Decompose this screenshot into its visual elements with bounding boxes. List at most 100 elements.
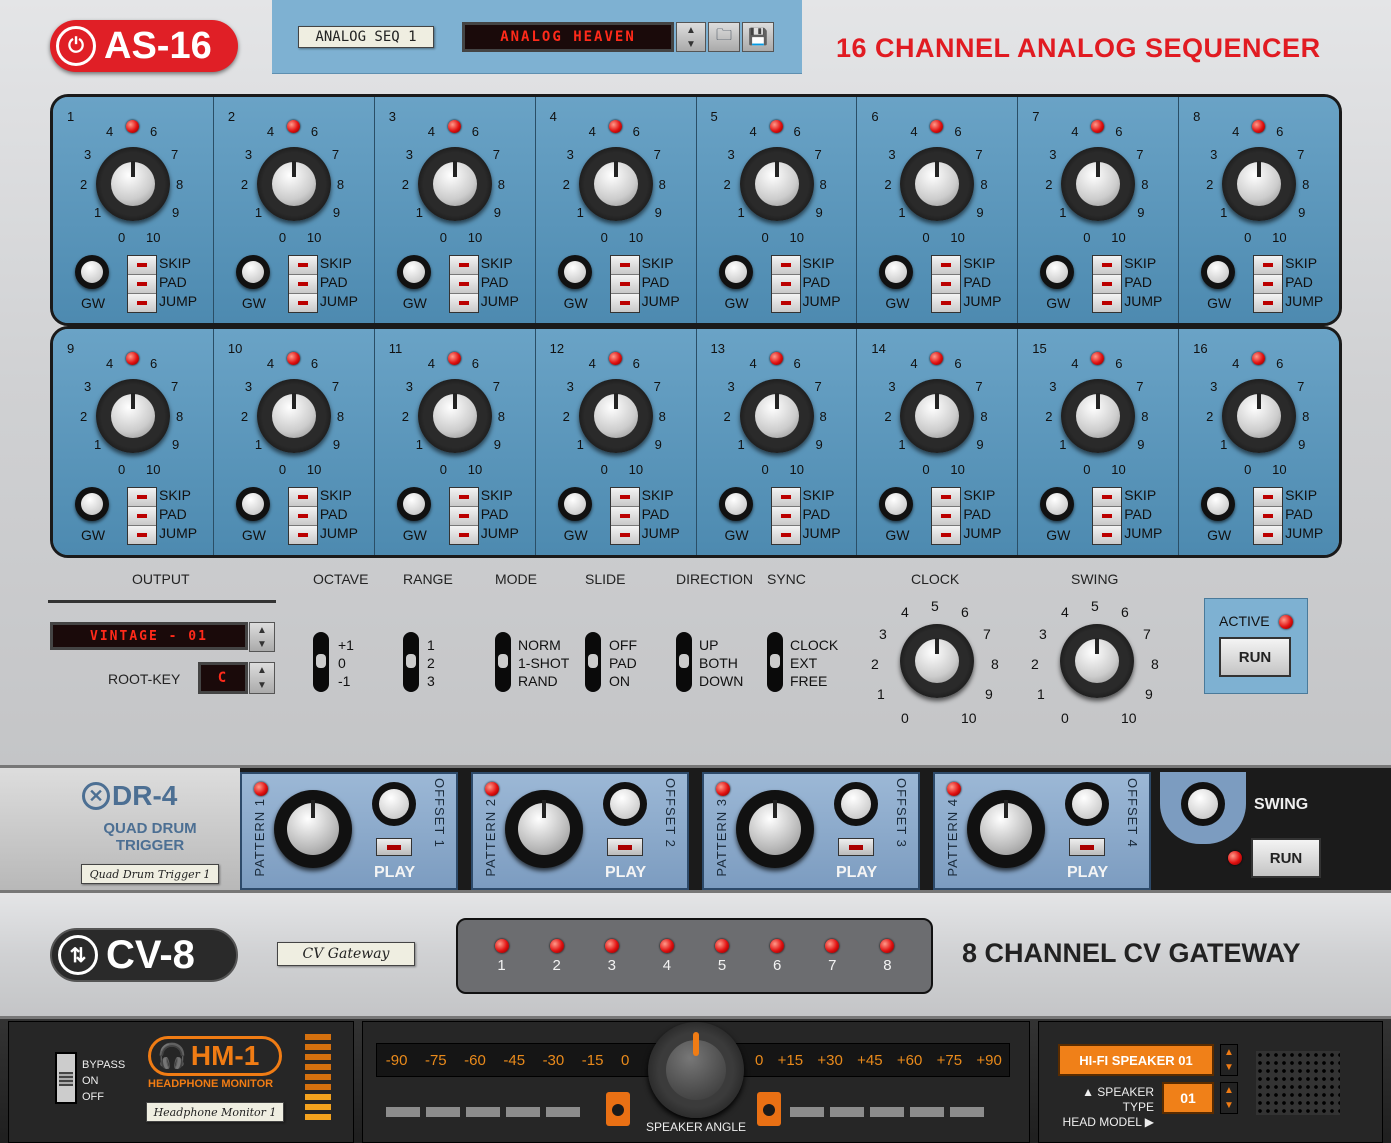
step-switch-button[interactable]	[128, 488, 156, 507]
step-pitch-knob[interactable]	[739, 379, 814, 453]
clock-knob[interactable]	[900, 624, 974, 698]
step-switch-button[interactable]	[288, 275, 317, 294]
step-pitch-knob[interactable]	[1061, 379, 1136, 453]
speaker-angle-knob[interactable]	[648, 1022, 744, 1118]
bypass-switch[interactable]	[55, 1052, 77, 1104]
step-pitch-knob[interactable]	[1222, 379, 1297, 453]
root-key-display[interactable]: C	[198, 662, 248, 694]
gate-width-knob[interactable]	[557, 487, 592, 521]
step-switch-button[interactable]	[610, 256, 639, 275]
step-switch-button[interactable]	[771, 526, 800, 544]
down-arrow-icon[interactable]: ▼	[1224, 1062, 1234, 1073]
step-pitch-knob[interactable]	[256, 147, 331, 221]
dr4-run-button[interactable]: RUN	[1251, 838, 1321, 878]
dr4-swing-knob[interactable]	[1181, 782, 1225, 826]
step-switch-button[interactable]	[449, 294, 478, 312]
step-pitch-knob[interactable]	[739, 147, 814, 221]
step-switch-button[interactable]	[932, 275, 961, 294]
step-switch-button[interactable]	[1093, 294, 1122, 312]
step-switch-button[interactable]	[128, 256, 156, 275]
up-arrow-icon[interactable]: ▲	[257, 625, 267, 636]
step-switch-button[interactable]	[771, 294, 800, 312]
down-arrow-icon[interactable]: ▼	[1224, 1100, 1234, 1111]
range-switch[interactable]	[403, 632, 419, 692]
speaker-type-spinner[interactable]: ▲ ▼	[1220, 1044, 1238, 1076]
gate-width-knob[interactable]	[718, 255, 753, 289]
direction-switch[interactable]	[676, 632, 692, 692]
step-switch-button[interactable]	[932, 488, 961, 507]
octave-switch[interactable]	[313, 632, 329, 692]
down-arrow-icon[interactable]: ▼	[257, 680, 267, 691]
mode-switch[interactable]	[495, 632, 511, 692]
cv8-device-name[interactable]: CV Gateway	[277, 942, 415, 966]
gate-width-knob[interactable]	[396, 487, 431, 521]
step-switch-button[interactable]	[1093, 488, 1122, 507]
step-pitch-knob[interactable]	[578, 147, 653, 221]
step-switch-button[interactable]	[1254, 275, 1283, 294]
gate-width-knob[interactable]	[235, 255, 270, 289]
gate-width-knob[interactable]	[235, 487, 270, 521]
head-model-spinner[interactable]: ▲ ▼	[1220, 1082, 1238, 1114]
step-switch-button[interactable]	[1093, 275, 1122, 294]
step-switch-button[interactable]	[128, 275, 156, 294]
step-switch-button[interactable]	[288, 256, 317, 275]
up-arrow-icon[interactable]: ▲	[257, 665, 267, 676]
gate-width-knob[interactable]	[75, 487, 109, 521]
step-switch-button[interactable]	[128, 294, 156, 312]
gate-width-knob[interactable]	[396, 255, 431, 289]
offset-knob[interactable]	[834, 782, 878, 826]
step-switch-button[interactable]	[771, 488, 800, 507]
step-pitch-knob[interactable]	[1222, 147, 1297, 221]
step-switch-button[interactable]	[610, 526, 639, 544]
step-switch-button[interactable]	[610, 507, 639, 526]
device-name-tape[interactable]: ANALOG SEQ 1	[298, 26, 434, 48]
step-switch-button[interactable]	[128, 507, 156, 526]
step-switch-button[interactable]	[1254, 294, 1283, 312]
step-switch-button[interactable]	[1254, 507, 1283, 526]
play-toggle[interactable]	[1069, 838, 1105, 856]
step-switch-button[interactable]	[288, 507, 317, 526]
gate-width-knob[interactable]	[718, 487, 753, 521]
step-switch-button[interactable]	[932, 526, 961, 544]
step-switch-button[interactable]	[610, 488, 639, 507]
step-pitch-knob[interactable]	[96, 379, 170, 453]
step-switch-button[interactable]	[288, 294, 317, 312]
step-switch-button[interactable]	[610, 275, 639, 294]
step-switch-button[interactable]	[449, 488, 478, 507]
offset-knob[interactable]	[1065, 782, 1109, 826]
patch-name-display[interactable]: ANALOG HEAVEN	[462, 22, 674, 52]
up-arrow-icon[interactable]: ▲	[686, 25, 696, 36]
step-pitch-knob[interactable]	[96, 147, 170, 221]
swing-knob[interactable]	[1060, 624, 1134, 698]
step-switch-button[interactable]	[771, 507, 800, 526]
folder-icon[interactable]: 🗀	[708, 22, 740, 52]
head-model-display[interactable]: 01	[1162, 1082, 1214, 1114]
dr4-device-name[interactable]: Quad Drum Trigger 1	[81, 864, 219, 884]
down-arrow-icon[interactable]: ▼	[686, 39, 696, 50]
pattern-knob[interactable]	[967, 790, 1045, 868]
up-arrow-icon[interactable]: ▲	[1224, 1047, 1234, 1058]
down-arrow-icon[interactable]: ▼	[257, 639, 267, 650]
play-toggle[interactable]	[607, 838, 643, 856]
pattern-knob[interactable]	[736, 790, 814, 868]
root-key-spinner[interactable]: ▲ ▼	[249, 662, 275, 694]
step-pitch-knob[interactable]	[417, 379, 492, 453]
step-switch-button[interactable]	[449, 275, 478, 294]
patch-spinner[interactable]: ▲ ▼	[676, 22, 706, 52]
gate-width-knob[interactable]	[879, 255, 914, 289]
step-switch-button[interactable]	[1093, 526, 1122, 544]
step-pitch-knob[interactable]	[578, 379, 653, 453]
step-switch-button[interactable]	[288, 526, 317, 544]
run-button[interactable]: RUN	[1219, 637, 1291, 677]
step-switch-button[interactable]	[1254, 256, 1283, 275]
step-switch-button[interactable]	[288, 488, 317, 507]
gate-width-knob[interactable]	[1040, 255, 1075, 289]
step-pitch-knob[interactable]	[1061, 147, 1136, 221]
gate-width-knob[interactable]	[557, 255, 592, 289]
pattern-knob[interactable]	[505, 790, 583, 868]
gate-width-knob[interactable]	[1040, 487, 1075, 521]
step-pitch-knob[interactable]	[900, 147, 975, 221]
step-switch-button[interactable]	[771, 256, 800, 275]
output-display[interactable]: VINTAGE - 01	[50, 622, 248, 650]
gate-width-knob[interactable]	[1201, 255, 1236, 289]
